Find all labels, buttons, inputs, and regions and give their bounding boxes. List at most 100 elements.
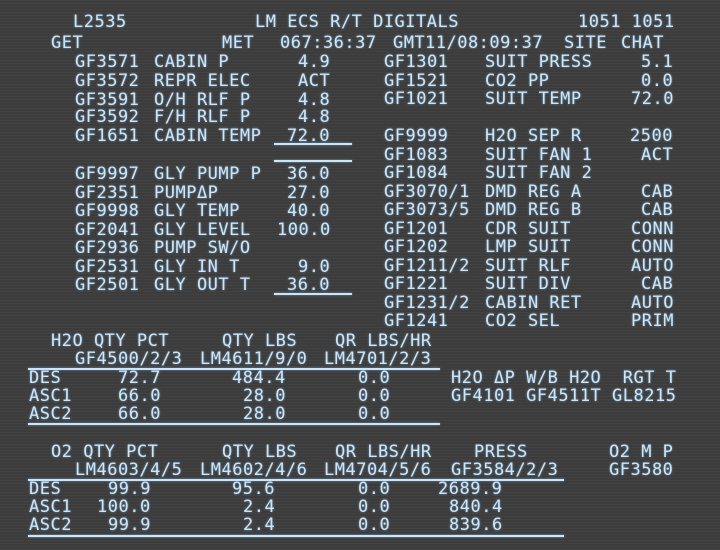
param-id: GF1241 (384, 311, 449, 331)
param-id: GF1201 (384, 219, 449, 239)
h2o-row-label: ASC2 (29, 404, 72, 424)
met-value: 067:36:37 (280, 33, 377, 53)
h2o-row-qr: 0.0 (358, 386, 391, 406)
value-underline (274, 160, 352, 162)
o2-row-pct: 99.9 (108, 515, 151, 535)
param-name: SUIT TEMP (485, 89, 582, 109)
param-id: GF1211/2 (384, 256, 470, 276)
h2o-aux-ids: GF4101 GF4511T GL8215 (451, 386, 677, 406)
param-id: GF2936 (75, 238, 140, 258)
param-name: LMP SUIT (485, 237, 571, 257)
param-value: CAB (641, 182, 674, 202)
met-label: MET (222, 33, 255, 53)
param-value: 100.0 (277, 220, 331, 240)
h2o-qr-id: LM4701/2/3 (324, 349, 432, 369)
o2-row-qr: 0.0 (358, 515, 391, 535)
h2o-row-pct: 66.0 (118, 386, 161, 406)
h2o-row-lbs: 28.0 (243, 386, 286, 406)
param-name: CABIN RET (485, 293, 582, 313)
param-value: PRIM (631, 311, 674, 331)
h2o-qty-lbs-header: QTY LBS (222, 331, 298, 351)
param-name: GLY TEMP (154, 201, 240, 221)
param-id: GF1651 (75, 126, 140, 146)
param-name: DMD REG B (485, 200, 582, 220)
site-label: SITE (564, 33, 607, 53)
get-label: GET (51, 33, 84, 53)
o2-row-lbs: 95.6 (232, 479, 275, 499)
h2o-row-lbs: 484.4 (232, 368, 286, 388)
h2o-row-pct: 72.7 (118, 368, 161, 388)
display-title: LM ECS R/T DIGITALS (255, 12, 459, 32)
param-id: GF1202 (384, 237, 449, 257)
param-id: GF3592 (75, 107, 140, 127)
site-value: CHAT (621, 33, 664, 53)
param-id: GF9997 (75, 164, 140, 184)
o2-press-header: PRESS (474, 442, 528, 462)
param-id: GF3070/1 (384, 182, 470, 202)
param-id: GF3571 (75, 52, 140, 72)
o2-qr-id: LM4704/5/6 (324, 460, 432, 480)
param-id: GF3572 (75, 71, 140, 91)
o2-qty-lbs-header: QTY LBS (222, 442, 298, 462)
param-id: GF1084 (384, 163, 449, 183)
o2-row-label: ASC1 (29, 497, 72, 517)
param-value: 0.0 (641, 71, 674, 91)
param-value: ACT (298, 71, 331, 91)
param-name: SUIT RLF (485, 256, 571, 276)
param-id: GF1231/2 (384, 293, 470, 313)
param-value: CAB (641, 200, 674, 220)
h2o-qty-pct-header: H2O QTY PCT (51, 331, 170, 351)
param-name: CO2 PP (485, 71, 550, 91)
param-value: AUTO (631, 293, 674, 313)
o2-row-qr: 0.0 (358, 479, 391, 499)
param-value: 4.9 (298, 52, 331, 72)
h2o-row-label: ASC1 (29, 386, 72, 406)
param-value: 72.0 (631, 89, 674, 109)
param-id: GF2041 (75, 220, 140, 240)
o2-mp-id: GF3580 (609, 460, 674, 480)
param-name: DMD REG A (485, 182, 582, 202)
h2o-row-qr: 0.0 (358, 368, 391, 388)
param-name: CABIN P (154, 52, 230, 72)
h2o-aux-header: H2O ΔP W/B H2O RGT T (451, 368, 677, 388)
table-footer-rule (28, 535, 564, 537)
param-value: 40.0 (287, 201, 330, 221)
h2o-row-label: DES (29, 368, 62, 388)
o2-qty-pct-id: LM4603/4/5 (75, 460, 183, 480)
param-value: AUTO (631, 256, 674, 276)
o2-qr-header: QR LBS/HR (335, 442, 432, 462)
value-underline (274, 293, 352, 295)
table-footer-rule (28, 423, 440, 425)
param-name: GLY IN T (154, 257, 240, 277)
h2o-row-qr: 0.0 (358, 404, 391, 424)
o2-row-press: 839.6 (449, 515, 503, 535)
h2o-qty-pct-id: GF4500/2/3 (75, 349, 183, 369)
o2-row-press: 840.4 (449, 497, 503, 517)
param-id: GF2351 (75, 183, 140, 203)
param-value: 4.8 (298, 107, 331, 127)
o2-row-lbs: 2.4 (243, 497, 276, 517)
param-id: GF1301 (384, 52, 449, 72)
ecs-digitals-display: L2535 LM ECS R/T DIGITALS 1051 1051 GET … (0, 0, 720, 550)
h2o-qty-lbs-id: LM4611/9/0 (200, 349, 308, 369)
param-id: GF1221 (384, 274, 449, 294)
param-value: 36.0 (287, 164, 330, 184)
param-name: F/H RLF P (154, 107, 251, 127)
h2o-row-lbs: 28.0 (243, 404, 286, 424)
param-id: GF1083 (384, 145, 449, 165)
param-name: SUIT DIV (485, 274, 571, 294)
value-underline (274, 143, 352, 145)
o2-mp-header: O2 M P (609, 442, 674, 462)
param-name: CABIN TEMP (154, 126, 262, 146)
param-id: GF3073/5 (384, 200, 470, 220)
param-name: CO2 SEL (485, 311, 561, 331)
param-value: CONN (631, 237, 674, 257)
param-value: ACT (641, 145, 674, 165)
o2-row-press: 2689.9 (438, 479, 503, 499)
param-id: GF1021 (384, 89, 449, 109)
o2-row-pct: 99.9 (108, 479, 151, 499)
param-name: GLY PUMP P (154, 164, 262, 184)
o2-row-qr: 0.0 (358, 497, 391, 517)
o2-row-label: ASC2 (29, 515, 72, 535)
param-name: SUIT FAN 1 (485, 145, 593, 165)
